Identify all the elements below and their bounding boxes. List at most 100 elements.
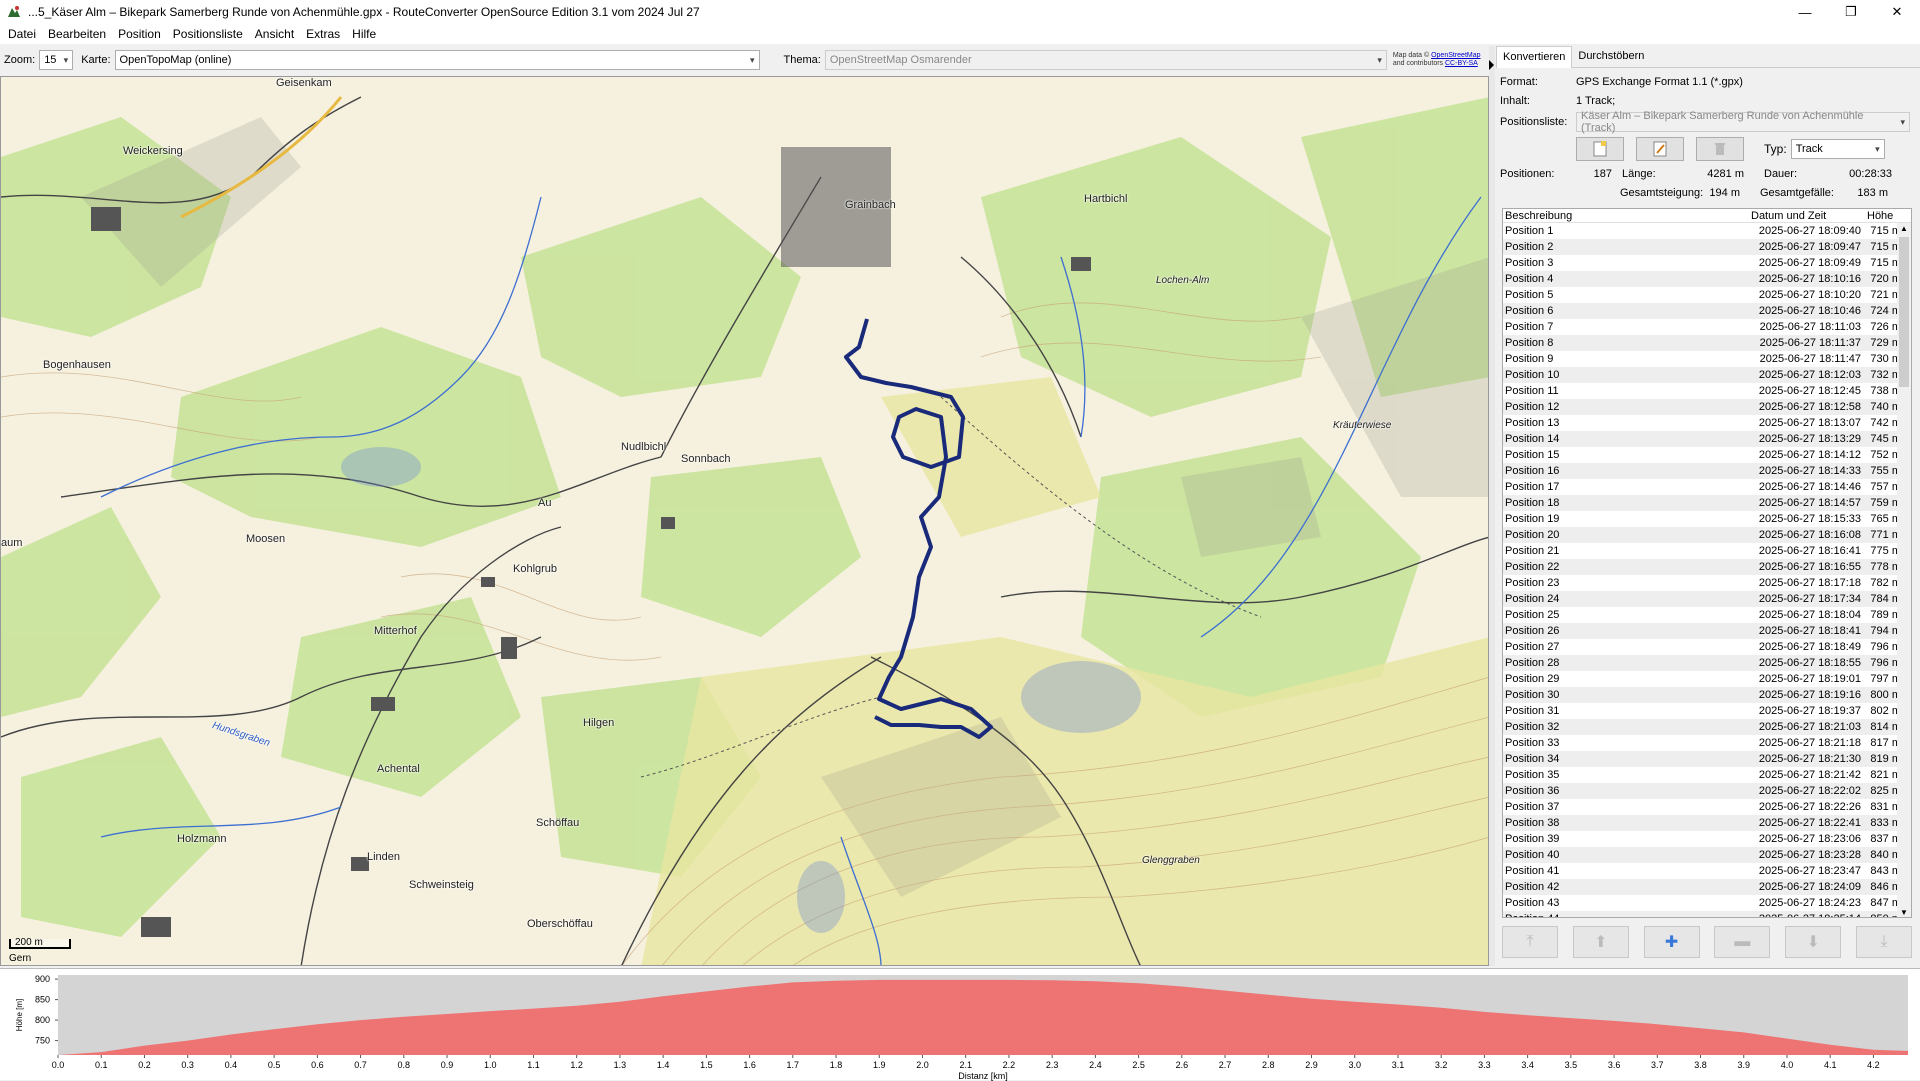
remove-position-button[interactable]: ▬ (1714, 926, 1771, 958)
zoom-select[interactable]: 15 ▾ (39, 50, 74, 70)
table-row[interactable]: Position 18 2025-06-27 18:14:57 759 m (1503, 495, 1911, 511)
table-row[interactable]: Position 26 2025-06-27 18:18:41 794 m (1503, 623, 1911, 639)
table-row[interactable]: Position 39 2025-06-27 18:23:06 837 m (1503, 831, 1911, 847)
scroll-up-icon[interactable]: ▲ (1897, 223, 1911, 235)
license-link[interactable]: CC-BY-SA (1445, 60, 1478, 67)
delete-list-button[interactable] (1696, 137, 1744, 161)
table-row[interactable]: Position 38 2025-06-27 18:22:41 833 m (1503, 815, 1911, 831)
table-row[interactable]: Position 6 2025-06-27 18:10:46 724 m (1503, 303, 1911, 319)
minimize-button[interactable]: — (1782, 0, 1828, 24)
panel-splitter[interactable] (1489, 46, 1495, 966)
move-to-bottom-button[interactable]: ⤓ (1855, 926, 1912, 958)
cell-description: Position 27 (1505, 641, 1560, 653)
table-row[interactable]: Position 12 2025-06-27 18:12:58 740 m (1503, 399, 1911, 415)
table-row[interactable]: Position 33 2025-06-27 18:21:18 817 m (1503, 735, 1911, 751)
table-row[interactable]: Position 20 2025-06-27 18:16:08 771 m (1503, 527, 1911, 543)
cell-description: Position 22 (1505, 561, 1560, 573)
table-row[interactable]: Position 37 2025-06-27 18:22:26 831 m (1503, 799, 1911, 815)
table-row[interactable]: Position 10 2025-06-27 18:12:03 732 m (1503, 367, 1911, 383)
table-row[interactable]: Position 36 2025-06-27 18:22:02 825 m (1503, 783, 1911, 799)
cell-datetime: 2025-06-27 18:10:16 (1758, 273, 1861, 285)
move-up-button[interactable]: ⬆ (1572, 926, 1629, 958)
table-row[interactable]: Position 2 2025-06-27 18:09:47 715 m (1503, 239, 1911, 255)
table-row[interactable]: Position 28 2025-06-27 18:18:55 796 m (1503, 655, 1911, 671)
move-to-top-button[interactable]: ⤒ (1502, 926, 1558, 958)
table-row[interactable]: Position 5 2025-06-27 18:10:20 721 m (1503, 287, 1911, 303)
scroll-thumb[interactable] (1899, 237, 1909, 387)
maximize-button[interactable]: ❐ (1828, 0, 1874, 24)
map-view[interactable]: Geisenkam Weickersing Bogenhausen Grainb… (0, 76, 1489, 966)
table-row[interactable]: Position 9 2025-06-27 18:11:47 730 m (1503, 351, 1911, 367)
menu-hilfe[interactable]: Hilfe (346, 24, 382, 44)
table-row[interactable]: Position 40 2025-06-27 18:23:28 840 m (1503, 847, 1911, 863)
elevation-profile[interactable]: 900 850 800 750 0.0 0.1 0.2 0.3 0.4 0.5 0.6 0.7 0.8 0… (0, 968, 1920, 1081)
x-tick-label: 0.4 (225, 1060, 238, 1070)
menu-ansicht[interactable]: Ansicht (249, 24, 300, 44)
table-row[interactable]: Position 3 2025-06-27 18:09:49 715 m (1503, 255, 1911, 271)
table-row[interactable]: Position 11 2025-06-27 18:12:45 738 m (1503, 383, 1911, 399)
table-row[interactable]: Position 7 2025-06-27 18:11:03 726 m (1503, 319, 1911, 335)
karte-select[interactable]: OpenTopoMap (online) ▾ (114, 50, 760, 70)
cell-datetime: 2025-06-27 18:10:46 (1758, 305, 1861, 317)
close-button[interactable]: ✕ (1874, 0, 1920, 24)
menu-datei[interactable]: Datei (2, 24, 42, 44)
menu-position[interactable]: Position (112, 24, 167, 44)
col-datum[interactable]: Datum und Zeit (1743, 209, 1861, 222)
table-row[interactable]: Position 24 2025-06-27 18:17:34 784 m (1503, 591, 1911, 607)
table-row[interactable]: Position 16 2025-06-27 18:14:33 755 m (1503, 463, 1911, 479)
table-row[interactable]: Position 8 2025-06-27 18:11:37 729 m (1503, 335, 1911, 351)
table-row[interactable]: Position 17 2025-06-27 18:14:46 757 m (1503, 479, 1911, 495)
table-row[interactable]: Position 15 2025-06-27 18:14:12 752 m (1503, 447, 1911, 463)
table-row[interactable]: Position 4 2025-06-27 18:10:16 720 m (1503, 271, 1911, 287)
table-row[interactable]: Position 14 2025-06-27 18:13:29 745 m (1503, 431, 1911, 447)
table-row[interactable]: Position 30 2025-06-27 18:19:16 800 m (1503, 687, 1911, 703)
menu-positionsliste[interactable]: Positionsliste (167, 24, 249, 44)
scroll-down-icon[interactable]: ▼ (1897, 907, 1911, 917)
table-row[interactable]: Position 23 2025-06-27 18:17:18 782 m (1503, 575, 1911, 591)
place-label: Bogenhausen (43, 359, 111, 371)
table-row[interactable]: Position 29 2025-06-27 18:19:01 797 m (1503, 671, 1911, 687)
cell-datetime: 2025-06-27 18:19:01 (1758, 673, 1861, 685)
positionsliste-select[interactable]: Käser Alm – Bikepark Samerberg Runde von… (1576, 110, 1910, 134)
table-row[interactable]: Position 21 2025-06-27 18:16:41 775 m (1503, 543, 1911, 559)
table-row[interactable]: Position 22 2025-06-27 18:16:55 778 m (1503, 559, 1911, 575)
add-position-button[interactable]: ✚ (1643, 926, 1700, 958)
convert-panel: Konvertieren Durchstöbern Format: GPS Ex… (1496, 46, 1920, 966)
cell-height: 833 m (1870, 817, 1901, 829)
x-tick-label: 3.9 (1737, 1060, 1750, 1070)
table-row[interactable]: Position 31 2025-06-27 18:19:37 802 m (1503, 703, 1911, 719)
tab-durchstoebern[interactable]: Durchstöbern (1572, 46, 1650, 68)
collapse-arrow-icon[interactable] (1489, 60, 1494, 70)
move-down-button[interactable]: ⬇ (1785, 926, 1842, 958)
x-tick-label: 2.2 (1003, 1060, 1016, 1070)
table-row[interactable]: Position 41 2025-06-27 18:23:47 843 m (1503, 863, 1911, 879)
thema-select[interactable]: OpenStreetMap Osmarender ▾ (824, 50, 1387, 70)
tab-konvertieren[interactable]: Konvertieren (1496, 46, 1573, 68)
table-row[interactable]: Position 32 2025-06-27 18:21:03 814 m (1503, 719, 1911, 735)
col-beschreibung[interactable]: Beschreibung (1503, 209, 1743, 222)
steigung-value: 194 m (1709, 186, 1740, 199)
cell-description: Position 42 (1505, 881, 1560, 893)
table-row[interactable]: Position 13 2025-06-27 18:13:07 742 m (1503, 415, 1911, 431)
new-list-button[interactable] (1576, 137, 1624, 161)
table-row[interactable]: Position 442025-06-27 18:25:14850 m (1503, 911, 1911, 917)
table-row[interactable]: Position 34 2025-06-27 18:21:30 819 m (1503, 751, 1911, 767)
table-row[interactable]: Position 35 2025-06-27 18:21:42 821 m (1503, 767, 1911, 783)
menu-extras[interactable]: Extras (300, 24, 346, 44)
x-tick-label: 0.1 (95, 1060, 108, 1070)
table-row[interactable]: Position 42 2025-06-27 18:24:09 846 m (1503, 879, 1911, 895)
cell-datetime: 2025-06-27 18:11:03 (1759, 321, 1861, 333)
rename-list-button[interactable] (1636, 137, 1684, 161)
osm-link[interactable]: OpenStreetMap (1431, 52, 1480, 59)
typ-select[interactable]: Track ▾ (1790, 139, 1885, 159)
table-row[interactable]: Position 1 2025-06-27 18:09:40 715 m (1503, 223, 1911, 239)
table-scrollbar[interactable]: ▲ ▼ (1897, 223, 1911, 917)
table-row[interactable]: Position 19 2025-06-27 18:15:33 765 m (1503, 511, 1911, 527)
table-row[interactable]: Position 25 2025-06-27 18:18:04 789 m (1503, 607, 1911, 623)
menu-bearbeiten[interactable]: Bearbeiten (42, 24, 112, 44)
cell-height: 715 m (1870, 225, 1901, 237)
cell-height: 796 m (1870, 641, 1901, 653)
table-row[interactable]: Position 27 2025-06-27 18:18:49 796 m (1503, 639, 1911, 655)
table-row[interactable]: Position 43 2025-06-27 18:24:23 847 m (1503, 895, 1911, 911)
col-hoehe[interactable]: Höhe (1861, 209, 1901, 222)
